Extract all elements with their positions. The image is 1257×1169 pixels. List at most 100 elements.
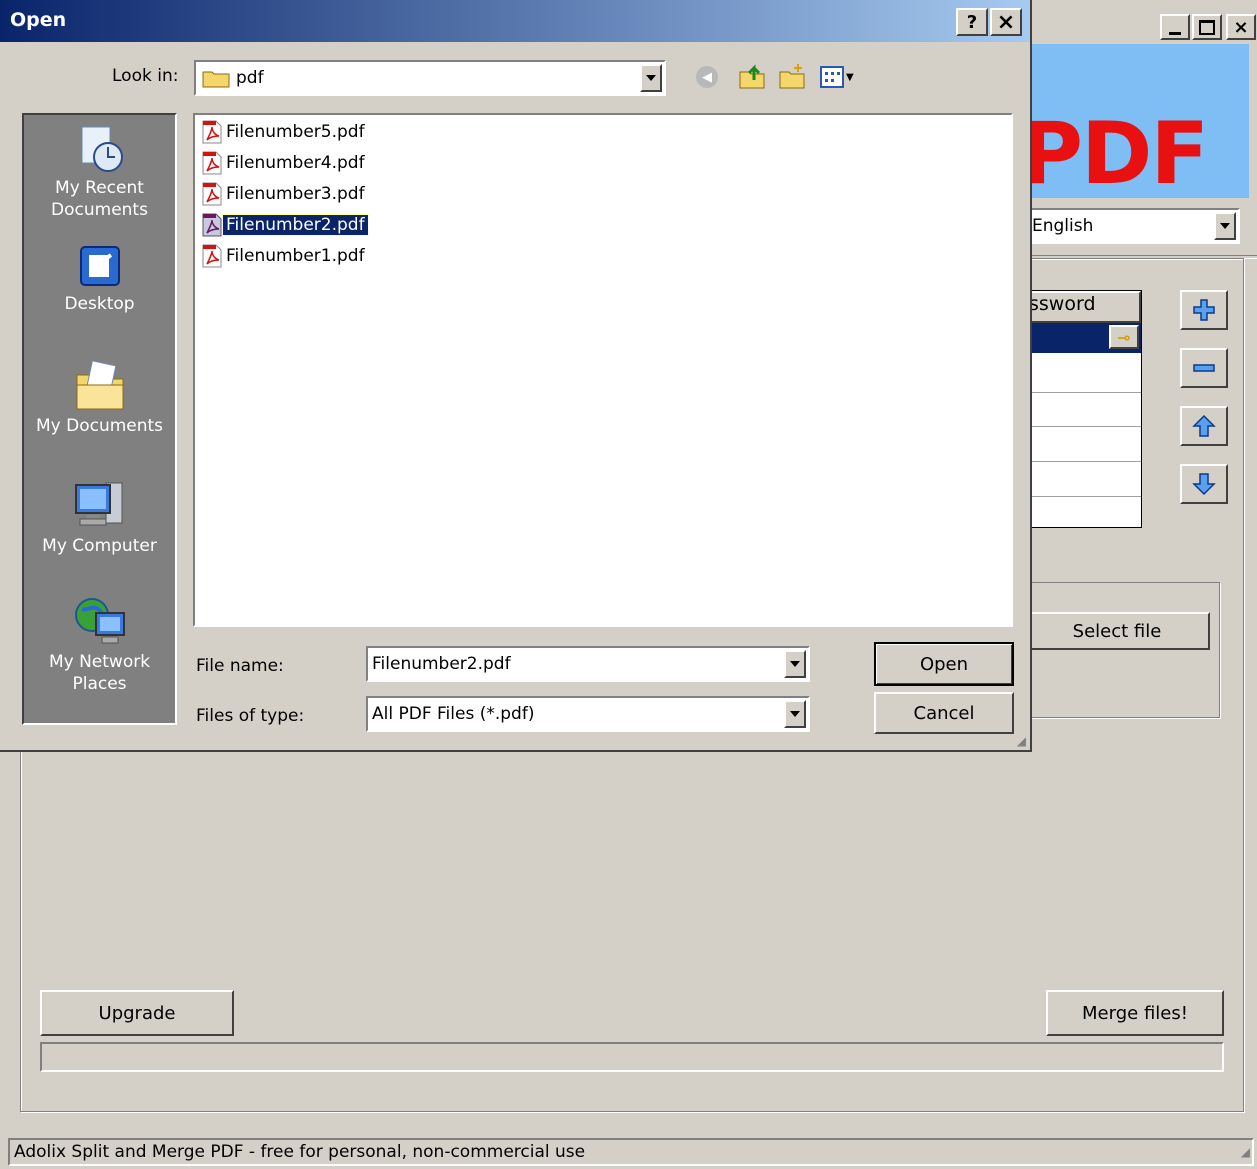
- file-name-field[interactable]: Filenumber2.pdf: [366, 646, 810, 682]
- view-menu-button[interactable]: ▼: [820, 64, 866, 90]
- table-row[interactable]: ⊸: [1025, 323, 1141, 353]
- view-grid-icon: [820, 66, 844, 88]
- look-in-value: pdf: [236, 68, 264, 88]
- file-list-table[interactable]: ssword ⊸: [1024, 290, 1142, 528]
- chevron-down-icon: [790, 661, 800, 667]
- open-file-dialog: Open ? × Look in: pdf ◀ ▼ My Recent Docu…: [0, 0, 1032, 752]
- add-file-button[interactable]: [1180, 290, 1228, 330]
- file-name: Filenumber4.pdf: [226, 153, 365, 173]
- look-in-select[interactable]: pdf: [194, 60, 666, 96]
- dialog-title-bar[interactable]: Open ? ×: [0, 0, 1030, 42]
- pdf-file-icon: [202, 244, 222, 268]
- plus-icon: [1193, 299, 1215, 321]
- language-value: English: [1032, 216, 1094, 236]
- place-label: My Network: [48, 652, 151, 672]
- chevron-down-icon: [1220, 223, 1230, 229]
- file-name: Filenumber3.pdf: [226, 184, 365, 204]
- output-group-frame: [1020, 582, 1220, 718]
- place-network-places[interactable]: My Network Places: [24, 595, 175, 695]
- language-select[interactable]: English: [1024, 208, 1240, 244]
- file-name-label: File name:: [196, 656, 284, 676]
- dialog-title: Open: [10, 9, 67, 31]
- table-row-line: [1025, 426, 1141, 427]
- help-button[interactable]: ?: [956, 8, 988, 36]
- pdf-file-icon: [202, 120, 222, 144]
- password-header-label: ssword: [1029, 293, 1096, 315]
- chevron-down-icon: ▼: [846, 71, 854, 83]
- select-file-button[interactable]: Select file: [1024, 612, 1210, 650]
- places-bar: My Recent Documents Desktop My Documents…: [22, 113, 177, 725]
- upgrade-button[interactable]: Upgrade: [40, 990, 234, 1036]
- list-item-selected[interactable]: Filenumber2.pdf: [201, 212, 369, 238]
- list-item[interactable]: Filenumber3.pdf: [201, 181, 368, 207]
- minimize-button[interactable]: [1160, 14, 1190, 40]
- banner-logo-text: PDF: [1030, 104, 1209, 198]
- progress-bar: [40, 1042, 1224, 1072]
- close-icon: ×: [996, 9, 1016, 35]
- place-label: Desktop: [64, 294, 135, 314]
- place-label: My Computer: [42, 536, 157, 556]
- place-label: Documents: [51, 200, 148, 220]
- dialog-close-button[interactable]: ×: [990, 8, 1022, 36]
- my-computer-icon: [74, 482, 122, 526]
- chevron-down-icon: [790, 711, 800, 717]
- folder-icon: [202, 71, 230, 88]
- file-type-label: Files of type:: [196, 706, 305, 726]
- maximize-button[interactable]: [1192, 14, 1222, 40]
- file-name: Filenumber2.pdf: [222, 214, 369, 236]
- resize-grip-icon[interactable]: ◢: [1017, 734, 1026, 748]
- file-name: Filenumber5.pdf: [226, 122, 365, 142]
- list-item[interactable]: Filenumber4.pdf: [201, 150, 368, 176]
- file-list[interactable]: Filenumber5.pdf Filenumber4.pdf Filenumb…: [193, 113, 1013, 627]
- file-name-value: Filenumber2.pdf: [372, 654, 511, 674]
- list-item[interactable]: Filenumber1.pdf: [201, 243, 368, 269]
- file-type-select[interactable]: All PDF Files (*.pdf): [366, 696, 810, 732]
- place-my-computer[interactable]: My Computer: [24, 477, 175, 557]
- upgrade-label: Upgrade: [98, 1002, 176, 1024]
- recent-documents-icon: [81, 126, 123, 172]
- file-type-value: All PDF Files (*.pdf): [372, 704, 535, 724]
- main-close-button[interactable]: ×: [1226, 14, 1256, 40]
- remove-file-button[interactable]: [1180, 348, 1228, 388]
- open-button[interactable]: Open: [874, 642, 1014, 686]
- key-icon: ⊸: [1117, 327, 1131, 347]
- look-in-label: Look in:: [112, 66, 179, 86]
- arrow-down-icon: [1192, 473, 1216, 496]
- file-type-dropdown-button[interactable]: [784, 700, 806, 728]
- table-row-line: [1025, 496, 1141, 497]
- place-my-documents[interactable]: My Documents: [24, 357, 175, 437]
- list-item[interactable]: Filenumber5.pdf: [201, 119, 368, 145]
- pdf-file-icon: [202, 151, 222, 175]
- arrow-up-icon: [1192, 414, 1216, 437]
- desktop-icon: [79, 246, 120, 286]
- place-recent-documents[interactable]: My Recent Documents: [24, 123, 175, 221]
- help-icon: ?: [966, 11, 978, 33]
- status-text: Adolix Split and Merge PDF - free for pe…: [14, 1142, 586, 1162]
- merge-files-label: Merge files!: [1082, 1002, 1188, 1024]
- file-name: Filenumber1.pdf: [226, 246, 365, 266]
- main-window-title-bar: ×: [1030, 8, 1257, 42]
- open-label: Open: [919, 653, 969, 675]
- merge-files-button[interactable]: Merge files!: [1046, 990, 1224, 1036]
- language-dropdown-button[interactable]: [1214, 212, 1236, 240]
- move-down-button[interactable]: [1180, 464, 1228, 504]
- password-column-header[interactable]: ssword: [1025, 291, 1141, 323]
- table-row-line: [1025, 461, 1141, 462]
- look-in-dropdown-button[interactable]: [640, 64, 662, 92]
- close-icon: ×: [1233, 16, 1249, 38]
- move-up-button[interactable]: [1180, 406, 1228, 446]
- chevron-down-icon: [646, 75, 656, 81]
- resize-grip-icon[interactable]: ◢: [1241, 1140, 1250, 1164]
- pdf-file-icon: [202, 182, 222, 206]
- password-key-button[interactable]: ⊸: [1109, 325, 1139, 349]
- back-icon[interactable]: ◀: [696, 66, 718, 88]
- minimize-icon: [1169, 31, 1181, 35]
- file-name-dropdown-button[interactable]: [784, 650, 806, 678]
- place-label: Places: [72, 674, 127, 694]
- my-documents-icon: [76, 360, 123, 410]
- up-folder-icon[interactable]: [738, 62, 766, 90]
- cancel-label: Cancel: [913, 702, 975, 724]
- place-desktop[interactable]: Desktop: [24, 243, 175, 315]
- cancel-button[interactable]: Cancel: [874, 692, 1014, 734]
- new-folder-icon[interactable]: [778, 62, 806, 90]
